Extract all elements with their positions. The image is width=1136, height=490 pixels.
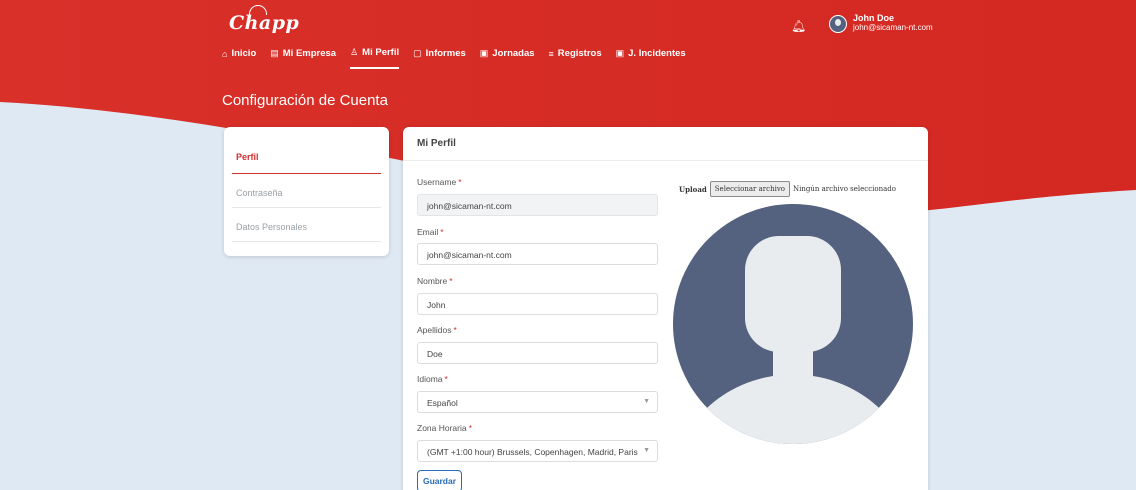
required-mark: * <box>453 325 457 335</box>
nav-item-informes[interactable]: ▢ Informes <box>413 47 466 69</box>
zona-horaria-label: Zona Horaria * <box>417 423 472 433</box>
building-icon: ▤ <box>270 48 279 58</box>
idioma-label: Idioma * <box>417 374 448 384</box>
chevron-down-icon: ▼ <box>643 447 650 454</box>
email-label: Email * <box>417 227 444 237</box>
card-title: Mi Perfil <box>403 127 928 161</box>
required-mark: * <box>458 177 462 187</box>
nav-item-label: Mi Empresa <box>282 48 337 59</box>
upload-row: Upload Seleccionar archivo Ningún archiv… <box>679 181 896 197</box>
required-mark: * <box>444 374 448 384</box>
nav-item-label: Inicio <box>231 48 257 59</box>
top-bar: Chapp 🔔︎ John Doe john@sicaman-nt.com ⌂ … <box>0 0 1136 70</box>
apellidos-field[interactable]: Doe <box>417 342 658 364</box>
list-icon: ≡ <box>548 48 554 59</box>
email-field[interactable]: john@sicaman-nt.com <box>417 243 658 265</box>
username-label: Username * <box>417 177 462 187</box>
required-mark: * <box>440 227 444 237</box>
nav-item-inicio[interactable]: ⌂ Inicio <box>222 47 256 69</box>
main-nav: ⌂ Inicio ▤ Mi Empresa ♙ Mi Perfil ▢ Info… <box>222 47 686 69</box>
nav-item-label: Mi Perfil <box>362 47 400 58</box>
person-icon: ♙ <box>350 47 359 57</box>
nav-item-mi-empresa[interactable]: ▤ Mi Empresa <box>270 47 336 69</box>
nav-item-label: J. Incidentes <box>628 48 686 59</box>
username-field[interactable]: john@sicaman-nt.com <box>417 194 658 216</box>
sidebar-item-perfil[interactable]: Perfil <box>232 127 381 174</box>
bell-icon[interactable]: 🔔︎ <box>791 19 806 33</box>
user-email: john@sicaman-nt.com <box>853 23 933 32</box>
nav-item-jornadas[interactable]: ▣ Jornadas <box>480 47 535 69</box>
home-icon: ⌂ <box>222 48 228 59</box>
settings-sidebar: Perfil Contraseña Datos Personales <box>224 127 389 256</box>
sidebar-item-contrasena[interactable]: Contraseña <box>232 174 381 208</box>
nav-item-label: Registros <box>557 48 602 59</box>
nav-item-label: Informes <box>425 48 466 59</box>
nombre-field[interactable]: John <box>417 293 658 315</box>
sidebar-item-datos-personales[interactable]: Datos Personales <box>232 208 381 242</box>
user-name: John Doe <box>853 13 895 23</box>
profile-card: Mi Perfil Username * john@sicaman-nt.com … <box>403 127 928 490</box>
required-mark: * <box>468 423 472 433</box>
calendar-icon: ▣ <box>479 48 489 58</box>
nav-item-j-incidentes[interactable]: ▣ J. Incidentes <box>616 47 686 69</box>
save-button[interactable]: Guardar <box>417 470 462 490</box>
page-title: Configuración de Cuenta <box>222 92 388 109</box>
file-status-text: Ningún archivo seleccionado <box>793 185 896 193</box>
profile-picture <box>673 204 913 444</box>
choose-file-button[interactable]: Seleccionar archivo <box>709 181 790 197</box>
document-icon: ▢ <box>413 48 422 58</box>
nav-item-label: Jornadas <box>492 48 535 59</box>
nombre-label: Nombre * <box>417 276 453 286</box>
calendar-alert-icon: ▣ <box>615 48 625 58</box>
upload-label: Upload <box>679 184 707 194</box>
app-logo[interactable]: Chapp <box>229 5 299 34</box>
nav-item-registros[interactable]: ≡ Registros <box>549 47 602 69</box>
user-avatar[interactable] <box>829 15 847 33</box>
zona-horaria-select[interactable]: (GMT +1:00 hour) Brussels, Copenhagen, M… <box>417 440 658 462</box>
idioma-selected-value: Español <box>427 398 458 408</box>
required-mark: * <box>449 276 453 286</box>
nav-item-mi-perfil[interactable]: ♙ Mi Perfil <box>350 47 400 69</box>
apellidos-label: Apellidos * <box>417 325 457 335</box>
chevron-down-icon: ▼ <box>643 398 650 405</box>
zona-horaria-selected-value: (GMT +1:00 hour) Brussels, Copenhagen, M… <box>427 447 638 457</box>
idioma-select[interactable]: Español ▼ <box>417 391 658 413</box>
